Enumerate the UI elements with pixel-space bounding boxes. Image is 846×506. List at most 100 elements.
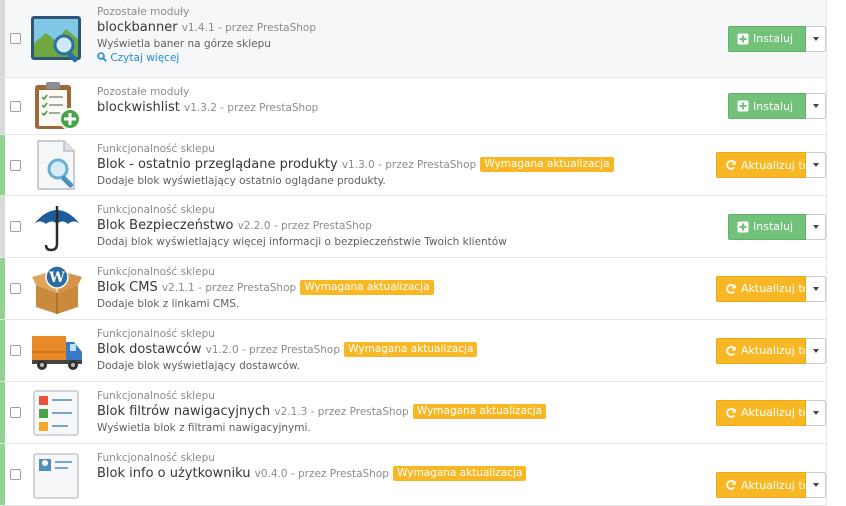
module-name: Blok CMS <box>97 280 158 295</box>
module-list: Pozostałe moduły blockbanner v1.4.1 - pr… <box>0 0 827 506</box>
update-label: Aktualizuj tol <box>741 406 806 419</box>
module-version: v1.3.0 - przez PrestaShop <box>341 159 477 171</box>
actions-dropdown-toggle[interactable] <box>806 152 826 178</box>
update-required-badge: Wymagana aktualizacja <box>393 466 527 481</box>
read-more-label: Czytaj więcej <box>110 52 180 64</box>
refresh-icon <box>725 345 737 357</box>
caret-down-icon <box>812 224 819 229</box>
module-actions: Instaluj <box>728 93 826 119</box>
module-name: blockbanner <box>97 20 178 35</box>
caret-down-icon <box>812 163 819 167</box>
module-description: Wyświetla baner na górze sklepu <box>97 38 271 50</box>
module-row: Funkcjonalność sklepu Blok Bezpieczeństw… <box>0 196 826 258</box>
refresh-icon <box>725 283 737 295</box>
module-name: blockwishlist <box>97 100 180 115</box>
module-checkbox[interactable] <box>5 196 25 257</box>
module-row: Funkcjonalność sklepu Blok - ostatnio pr… <box>0 135 826 196</box>
actions-dropdown-toggle[interactable] <box>806 472 826 498</box>
install-button[interactable]: Instaluj <box>728 93 806 119</box>
caret-down-icon <box>812 348 819 353</box>
caret-down-icon <box>812 286 819 291</box>
module-version: v2.1.1 - przez PrestaShop <box>161 282 297 294</box>
delivery-truck-icon <box>25 320 97 381</box>
module-checkbox[interactable] <box>5 444 25 505</box>
module-version: v0.4.0 - przez PrestaShop <box>254 468 389 480</box>
actions-dropdown-toggle[interactable] <box>806 25 826 52</box>
wordpress-box-icon: W <box>25 258 97 319</box>
module-name: Blok filtrów nawigacyjnych <box>97 404 271 419</box>
module-actions: Instaluj <box>728 213 826 240</box>
module-description: Dodaj blok wyświetlający więcej informac… <box>97 236 507 248</box>
install-label: Instaluj <box>753 32 794 45</box>
module-category: Pozostałe moduły <box>97 6 190 18</box>
update-required-badge: Wymagana aktualizacja <box>480 157 614 172</box>
plus-square-icon <box>737 33 749 45</box>
module-version: v2.2.0 - przez PrestaShop <box>237 220 372 232</box>
update-button[interactable]: Aktualizuj tol <box>716 472 806 498</box>
module-name: Blok dostawców <box>97 342 202 357</box>
module-actions: Aktualizuj tol <box>716 337 826 364</box>
module-row: Pozostałe moduły blockbanner v1.4.1 - pr… <box>0 0 826 78</box>
install-label: Instaluj <box>753 220 794 233</box>
module-actions: Aktualizuj tol <box>716 399 826 426</box>
module-actions: Aktualizuj tol <box>716 472 826 498</box>
banner-icon <box>25 0 97 77</box>
plus-square-icon <box>737 221 749 233</box>
update-required-badge: Wymagana aktualizacja <box>344 342 478 357</box>
install-button[interactable]: Instaluj <box>728 213 806 240</box>
actions-dropdown-toggle[interactable] <box>806 93 826 119</box>
module-version: v2.1.3 - przez PrestaShop <box>274 406 409 418</box>
update-label: Aktualizuj tol <box>741 282 806 295</box>
umbrella-icon <box>25 196 97 257</box>
update-button[interactable]: Aktualizuj tol <box>716 275 806 302</box>
module-row: Funkcjonalność sklepu Blok info o użytko… <box>0 444 826 506</box>
module-name: Blok Bezpieczeństwo <box>97 218 234 233</box>
update-required-badge: Wymagana aktualizacja <box>412 404 547 419</box>
actions-dropdown-toggle[interactable] <box>806 399 826 426</box>
module-name: Blok info o użytkowniku <box>97 466 251 481</box>
module-version: v1.3.2 - przez PrestaShop <box>183 102 319 114</box>
user-info-icon <box>25 444 97 505</box>
update-label: Aktualizuj tol <box>741 158 806 172</box>
module-checkbox[interactable] <box>5 0 25 77</box>
update-label: Aktualizuj tol <box>741 344 806 357</box>
caret-down-icon <box>812 483 819 487</box>
module-actions: Aktualizuj tol <box>716 275 826 302</box>
module-row: Funkcjonalność sklepu Blok filtrów nawig… <box>0 382 826 444</box>
actions-dropdown-toggle[interactable] <box>806 337 826 364</box>
svg-text:W: W <box>48 270 65 286</box>
actions-dropdown-toggle[interactable] <box>806 275 826 302</box>
module-checkbox[interactable] <box>5 382 25 443</box>
plus-square-icon <box>737 100 749 112</box>
module-checkbox[interactable] <box>5 135 25 195</box>
module-row: Pozostałe moduły blockwishlist v1.3.2 - … <box>0 78 826 135</box>
install-button[interactable]: Instaluj <box>728 25 806 52</box>
module-name: Blok - ostatnio przeglądane produkty <box>97 157 338 172</box>
update-button[interactable]: Aktualizuj tol <box>716 399 806 426</box>
filter-list-icon <box>25 382 97 443</box>
update-button[interactable]: Aktualizuj tol <box>716 337 806 364</box>
caret-down-icon <box>812 104 819 108</box>
module-category: Funkcjonalność sklepu <box>97 452 215 464</box>
caret-down-icon <box>812 410 819 415</box>
module-category: Pozostałe moduły <box>97 86 190 98</box>
module-version: v1.4.1 - przez PrestaShop <box>181 22 317 34</box>
update-button[interactable]: Aktualizuj tol <box>716 152 806 178</box>
viewed-products-icon <box>25 135 97 195</box>
read-more-link[interactable]: Czytaj więcej <box>97 51 826 66</box>
refresh-icon <box>725 159 737 171</box>
module-row: W Funkcjonalność sklepu Blok CMS v2.1.1 … <box>0 258 826 320</box>
module-checkbox[interactable] <box>5 320 25 381</box>
refresh-icon <box>725 407 737 419</box>
wishlist-clipboard-icon <box>25 78 97 134</box>
install-label: Instaluj <box>753 99 794 113</box>
refresh-icon <box>725 479 737 491</box>
update-label: Aktualizuj tol <box>741 478 806 492</box>
module-checkbox[interactable] <box>5 78 25 134</box>
module-actions: Instaluj <box>728 25 826 52</box>
module-version: v1.2.0 - przez PrestaShop <box>205 344 341 356</box>
caret-down-icon <box>812 36 819 41</box>
module-row: Funkcjonalność sklepu Blok dostawców v1.… <box>0 320 826 382</box>
actions-dropdown-toggle[interactable] <box>806 213 826 240</box>
module-checkbox[interactable] <box>5 258 25 319</box>
